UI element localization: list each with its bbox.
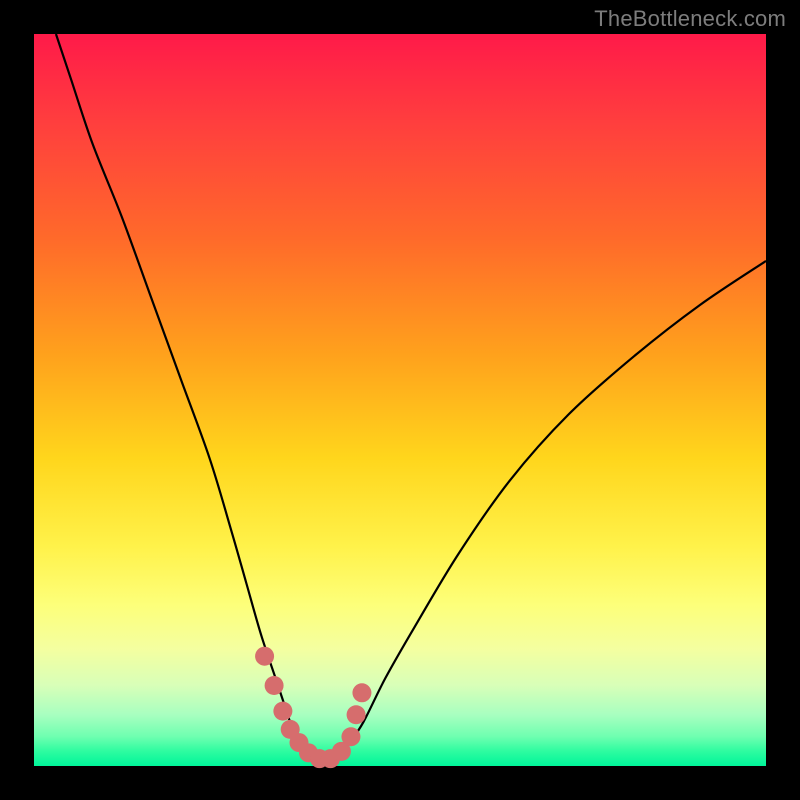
curve-svg [34,34,766,766]
optimal-range-dots [255,647,371,768]
highlight-dot [273,702,292,721]
highlight-dot [341,727,360,746]
bottleneck-curve [56,34,766,759]
highlight-dot [347,705,366,724]
chart-frame: TheBottleneck.com [0,0,800,800]
highlight-dot [352,683,371,702]
plot-area [34,34,766,766]
highlight-dot [265,676,284,695]
watermark-text: TheBottleneck.com [594,6,786,32]
highlight-dot [255,647,274,666]
